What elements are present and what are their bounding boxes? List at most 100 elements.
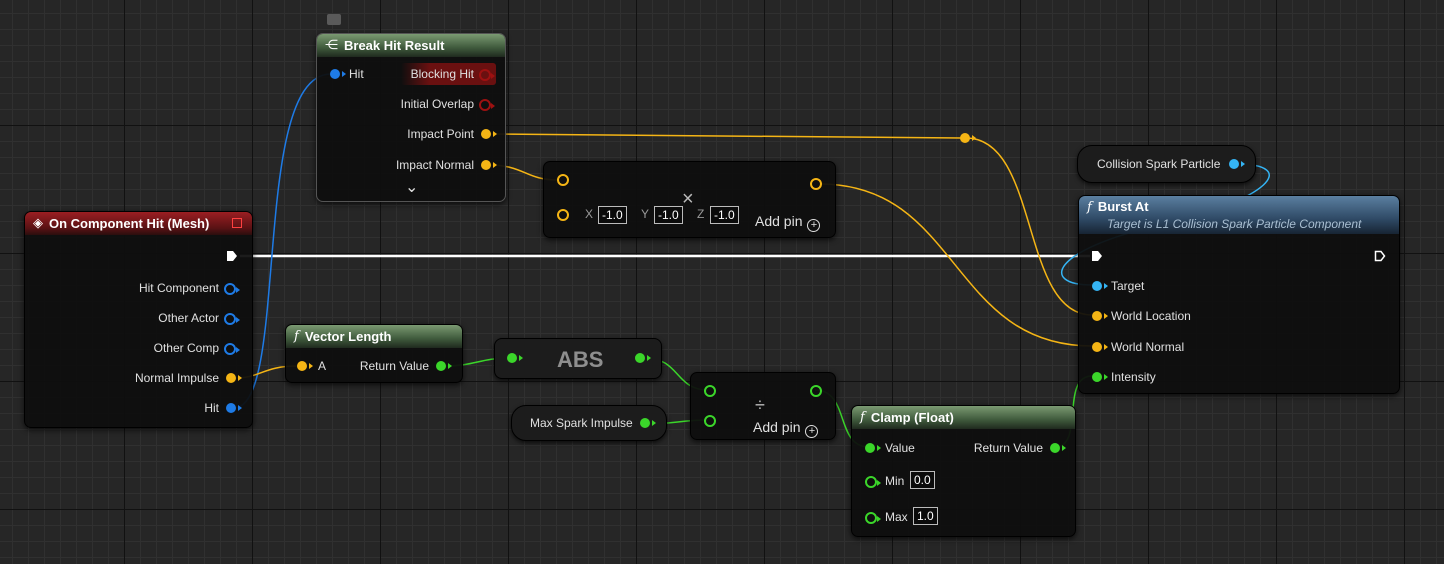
node-title: Break Hit Result (344, 38, 445, 53)
z-axis-label: Z (697, 207, 705, 221)
on-component-hit-header[interactable]: ◈ On Component Hit (Mesh) (25, 212, 252, 235)
burst-at-node[interactable]: f Burst At Target is L1 Collision Spark P… (1078, 195, 1400, 394)
add-pin-button[interactable]: Add pin + (755, 213, 821, 232)
y-value-field[interactable]: -1.0 (654, 206, 683, 224)
intensity-pin[interactable] (1092, 372, 1108, 382)
burst-at-header[interactable]: f Burst At Target is L1 Collision Spark P… (1079, 196, 1399, 234)
multiply-node[interactable]: × X -1.0 Y -1.0 Z -1.0 Add pin + (543, 161, 836, 238)
x-axis-label: X (585, 207, 594, 221)
world-normal-label: World Normal (1111, 340, 1185, 354)
reroute-knot[interactable] (960, 133, 976, 143)
y-axis-label: Y (641, 207, 650, 221)
on-component-hit-node[interactable]: ◈ On Component Hit (Mesh) Hit Component … (24, 211, 253, 428)
vector-length-header[interactable]: f Vector Length (286, 325, 462, 348)
clamp-float-header[interactable]: f Clamp (Float) (852, 406, 1075, 429)
blocking-hit-label: Blocking Hit (410, 67, 474, 81)
divide-output-pin[interactable] (810, 385, 822, 397)
return-value-pin[interactable] (436, 361, 452, 371)
initial-overlap-label: Initial Overlap (400, 97, 474, 111)
multiply-output-pin[interactable] (810, 178, 822, 190)
impact-point-pin[interactable] (481, 129, 497, 139)
expand-chevron-icon[interactable]: ⌄ (405, 177, 418, 197)
z-value-field[interactable]: -1.0 (710, 206, 739, 224)
value-input-pin[interactable] (865, 443, 881, 453)
divide-node[interactable]: ÷ Add pin + (690, 372, 836, 440)
divide-symbol: ÷ (755, 395, 765, 415)
function-icon: f (1087, 200, 1092, 215)
world-normal-pin[interactable] (1092, 342, 1108, 352)
target-input-pin[interactable] (1092, 281, 1108, 291)
collision-spark-particle-pin[interactable] (1229, 159, 1245, 169)
break-hit-result-header[interactable]: ⋲ Break Hit Result (317, 34, 505, 57)
other-comp-pin[interactable] (224, 343, 240, 355)
hit-input-pin[interactable] (330, 69, 346, 79)
blocking-hit-pin[interactable] (479, 69, 495, 81)
hit-output-pin[interactable] (226, 403, 242, 413)
clamp-float-node[interactable]: f Clamp (Float) Value Return Value Min 0… (851, 405, 1076, 537)
function-icon: f (294, 329, 299, 344)
min-pin-label: Min (885, 474, 905, 488)
add-pin-label: Add pin (753, 419, 801, 435)
return-value-pin[interactable] (1050, 443, 1066, 453)
impact-normal-label: Impact Normal (395, 158, 474, 172)
exec-output-pin[interactable] (226, 250, 238, 262)
hit-pin-label: Hit (349, 67, 364, 81)
intensity-label: Intensity (1111, 370, 1156, 384)
add-pin-label: Add pin (755, 213, 803, 229)
normal-impulse-label: Normal Impulse (134, 371, 219, 385)
abs-output-pin[interactable] (635, 353, 651, 363)
multiply-input-a-pin[interactable] (557, 174, 569, 186)
abs-node[interactable]: ABS (494, 338, 662, 379)
vector-length-node[interactable]: f Vector Length A Return Value (285, 324, 463, 383)
max-value-field[interactable]: 1.0 (913, 507, 938, 525)
other-actor-pin[interactable] (224, 313, 240, 325)
blueprint-graph-canvas[interactable]: ⋲ Break Hit Result Hit Blocking Hit Init… (0, 0, 1444, 564)
multiply-input-b-pin[interactable] (557, 209, 569, 221)
exec-output-pin[interactable] (1374, 250, 1386, 262)
world-location-label: World Location (1111, 309, 1191, 323)
min-value-field[interactable]: 0.0 (910, 471, 935, 489)
event-diamond-icon: ◈ (33, 216, 43, 231)
add-pin-plus-icon: + (807, 219, 821, 232)
collision-spark-particle-label: Collision Spark Particle (1097, 157, 1221, 171)
max-spark-impulse-pin[interactable] (640, 418, 656, 428)
impact-normal-pin[interactable] (481, 160, 497, 170)
hit-component-label: Hit Component (138, 281, 219, 295)
min-input-pin[interactable] (865, 476, 881, 488)
node-title: On Component Hit (Mesh) (49, 216, 210, 231)
initial-overlap-pin[interactable] (479, 99, 495, 111)
world-location-pin[interactable] (1092, 311, 1108, 321)
node-title: Burst At (1097, 199, 1149, 214)
add-pin-button[interactable]: Add pin + (753, 419, 819, 438)
break-struct-icon: ⋲ (325, 38, 338, 53)
exec-input-pin[interactable] (1091, 250, 1103, 262)
abs-title: ABS (557, 347, 604, 372)
collision-spark-particle-node[interactable]: Collision Spark Particle (1077, 145, 1256, 183)
a-pin-label: A (318, 359, 327, 373)
divide-input-b-pin[interactable] (704, 415, 716, 427)
max-spark-impulse-node[interactable]: Max Spark Impulse (511, 405, 667, 441)
node-subtitle: Target is L1 Collision Spark Particle Co… (1107, 217, 1362, 231)
max-pin-label: Max (885, 510, 908, 524)
hit-label: Hit (204, 401, 219, 415)
value-pin-label: Value (885, 441, 915, 455)
node-title: Clamp (Float) (870, 410, 954, 425)
normal-impulse-pin[interactable] (226, 373, 242, 383)
max-input-pin[interactable] (865, 512, 881, 524)
return-value-label: Return Value (973, 441, 1043, 455)
abs-input-pin[interactable] (507, 353, 523, 363)
delegate-pin-icon[interactable] (232, 218, 242, 228)
function-icon: f (860, 410, 865, 425)
target-pin-label: Target (1111, 279, 1145, 293)
break-hit-result-node[interactable]: ⋲ Break Hit Result Hit Blocking Hit Init… (316, 33, 506, 202)
comment-bubble-icon[interactable] (327, 14, 341, 25)
max-spark-impulse-label: Max Spark Impulse (530, 416, 633, 430)
x-value-field[interactable]: -1.0 (598, 206, 627, 224)
impact-point-label: Impact Point (407, 127, 474, 141)
impact-point-wire (487, 133, 963, 139)
multiply-to-normal-wire (819, 183, 1093, 347)
divide-input-a-pin[interactable] (704, 385, 716, 397)
other-actor-label: Other Actor (158, 311, 219, 325)
a-input-pin[interactable] (297, 361, 313, 371)
hit-component-pin[interactable] (224, 283, 240, 295)
